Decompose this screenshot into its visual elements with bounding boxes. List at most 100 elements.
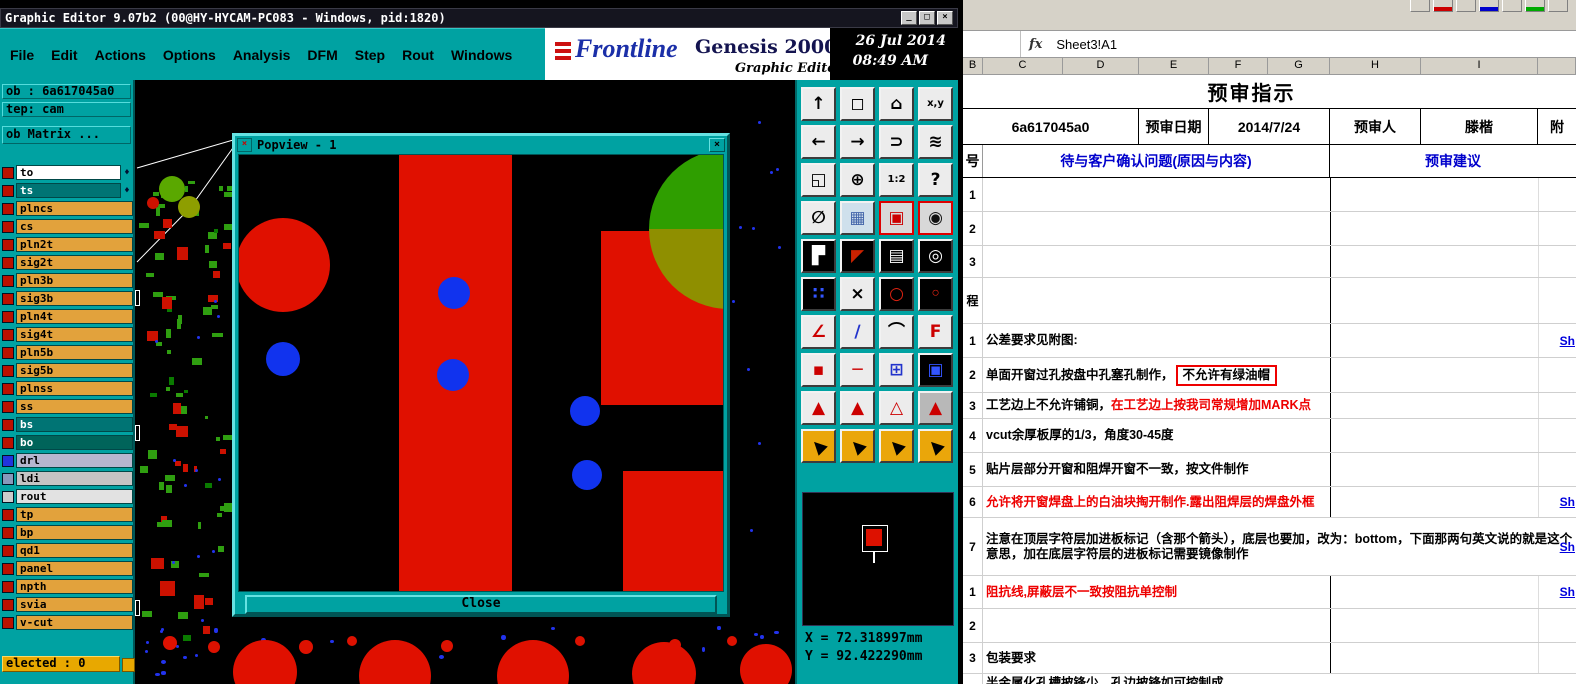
close-button[interactable]: × [937,11,953,25]
job-number-cell[interactable]: 6a617045a0 [963,109,1139,144]
menu-item-actions[interactable]: Actions [95,47,146,63]
layer-row-sig5b[interactable]: sig5b [0,362,133,379]
row-suggestion-cell[interactable] [1330,212,1576,245]
tool-snap-grid-button[interactable]: ⊞ [879,353,914,387]
excel-toolbar-icon[interactable] [1548,0,1568,12]
sheet-row[interactable]: 3 包装要求 [963,643,1576,674]
tool-fit-window-button[interactable]: ◻ [840,87,875,121]
row-question-cell[interactable] [983,278,1330,323]
row-suggestion-cell[interactable]: Sh [1330,487,1576,517]
excel-toolbar-icon[interactable] [1525,0,1545,12]
layer-row-plncs[interactable]: plncs [0,200,133,217]
row-question-cell[interactable]: 半金属化孔槽披锋少，孔边披锋如可控制成 [983,674,1576,684]
tool-help-button[interactable]: ? [918,163,953,197]
row-number[interactable]: 2 [963,358,983,392]
overview-thumbnail[interactable] [802,492,954,626]
tool-arc-draw-button[interactable]: ⌒ [879,315,914,349]
layer-row-bo[interactable]: bo [0,434,133,451]
sheet-row[interactable]: 5 贴片层部分开窗和阻焊开窗不一致，按文件制作 [963,453,1576,487]
sheet-link[interactable]: Sh [1560,495,1575,509]
tool-net-points-button[interactable]: ∷ [801,277,836,311]
tool-triangle-tool-1-button[interactable]: ▲ [801,391,836,425]
sheet-link[interactable]: Sh [1560,585,1575,599]
row-suggestion-cell[interactable] [1330,278,1576,323]
sheet-row[interactable]: 7 注意在顶层字符层加进板标记（含那个箭头），底层也要加，改为：bottom，下面… [963,518,1576,576]
popview-titlebar[interactable]: × Popview - 1 × [235,136,727,154]
layer-row-pln4t[interactable]: pln4t [0,308,133,325]
tool-circle-select-button[interactable]: ○ [879,277,914,311]
tool-red-pad-button[interactable]: ▪ [801,353,836,387]
row-question-cell[interactable]: 公差要求见附图: [983,324,1330,357]
tool-point-select-button[interactable]: ◦ [918,277,953,311]
suggestion-header-cell[interactable]: 预审建议 [1330,145,1576,177]
maximize-button[interactable]: □ [919,11,935,25]
question-header-cell[interactable]: 待与客户确认问题(原因与内容) [983,145,1330,177]
excel-toolbar-icon[interactable] [1456,0,1476,12]
excel-toolbar-icon[interactable] [1410,0,1430,12]
row-number[interactable]: 5 [963,453,983,486]
row-question-cell[interactable]: 注意在顶层字符层加进板标记（含那个箭头），底层也要加，改为：bottom，下面那… [983,518,1576,575]
tool-triangle-tool-3-button[interactable]: △ [879,391,914,425]
layer-row-panel[interactable]: panel [0,560,133,577]
row-number[interactable]: 7 [963,518,983,575]
layer-row-drl[interactable]: drl [0,452,133,469]
tool-pan-left-button[interactable]: ← [801,125,836,159]
row-suggestion-cell[interactable] [1330,609,1576,642]
layer-row-cs[interactable]: cs [0,218,133,235]
sheet-row[interactable]: 1 公差要求见附图: Sh [963,324,1576,358]
tool-snap-center-button[interactable]: ◉ [918,201,953,235]
row-question-cell[interactable]: 工艺边上不允许铺铜， 在工艺边上按我司常规增加MARK点 [983,393,1330,418]
column-header-E[interactable]: E [1139,58,1209,74]
row-suggestion-cell[interactable] [1330,419,1576,452]
row-question-cell[interactable]: 包装要求 [983,643,1330,673]
popview-close-button[interactable]: Close [245,595,717,614]
layer-row-plnss[interactable]: plnss [0,380,133,397]
tool-angle-measure-button[interactable]: ∠ [801,315,836,349]
row-suggestion-cell[interactable]: Sh [1330,576,1576,608]
layer-row-sig2t[interactable]: sig2t [0,254,133,271]
layer-row-rout[interactable]: rout [0,488,133,505]
row-number[interactable]: 4 [963,419,983,452]
tool-corner-origin-button[interactable]: ▛ [801,239,836,273]
row-question-cell[interactable] [983,246,1330,277]
layer-row-ss[interactable]: ss [0,398,133,415]
sheet-row[interactable]: 4 vcut余厚板厚的1/3，角度30-45度 [963,419,1576,453]
sheet-row[interactable]: 2 单面开窗过孔按盘中孔塞孔制作， 不允许有绿油帽 [963,358,1576,393]
row-suggestion-cell[interactable] [1330,358,1576,392]
column-header-C[interactable]: C [983,58,1063,74]
tool-select-cursor-4-button[interactable]: ▲ [918,429,953,463]
menu-item-windows[interactable]: Windows [451,47,512,63]
layer-row-pln5b[interactable]: pln5b [0,344,133,361]
row-number[interactable]: 程 [963,278,983,323]
tool-delete-feature-button[interactable]: × [840,277,875,311]
review-date-value-cell[interactable]: 2014/7/24 [1209,109,1330,144]
tool-select-cursor-1-button[interactable]: ▲ [801,429,836,463]
row-number[interactable]: 3 [963,246,983,277]
tool-zoom-ratio-button[interactable]: 1:2 [879,163,914,197]
row-suggestion-cell[interactable] [1330,178,1576,211]
row-number[interactable]: 1 [963,178,983,211]
row-number[interactable]: 1 [963,324,983,357]
tool-line-draw-button[interactable]: ∕ [840,315,875,349]
sheet-link[interactable]: Sh [1560,334,1575,348]
review-date-label-cell[interactable]: 预审日期 [1139,109,1209,144]
row-number[interactable]: 3 [963,643,983,673]
menu-item-analysis[interactable]: Analysis [233,47,291,63]
reviewer-label-cell[interactable]: 预审人 [1330,109,1421,144]
tool-select-cursor-3-button[interactable]: ▲ [879,429,914,463]
column-header-G[interactable]: G [1268,58,1330,74]
sheet-row[interactable]: 程 [963,278,1576,324]
row-suggestion-cell[interactable] [1330,393,1576,418]
layer-row-pln3b[interactable]: pln3b [0,272,133,289]
minimize-button[interactable]: _ [901,11,917,25]
tool-home-view-button[interactable]: ⌂ [879,87,914,121]
column-header-I[interactable]: I [1421,58,1538,74]
tool-fanout-button[interactable]: F [918,315,953,349]
tool-grid-toggle-button[interactable]: ▦ [840,201,875,235]
row-number[interactable] [963,674,983,684]
column-header-F[interactable]: F [1209,58,1268,74]
tool-snap-pad-button[interactable]: ▣ [879,201,914,235]
row-number[interactable]: 6 [963,487,983,517]
row-question-cell[interactable]: 贴片层部分开窗和阻焊开窗不一致，按文件制作 [983,453,1330,486]
popview-close-icon[interactable]: × [709,138,725,152]
